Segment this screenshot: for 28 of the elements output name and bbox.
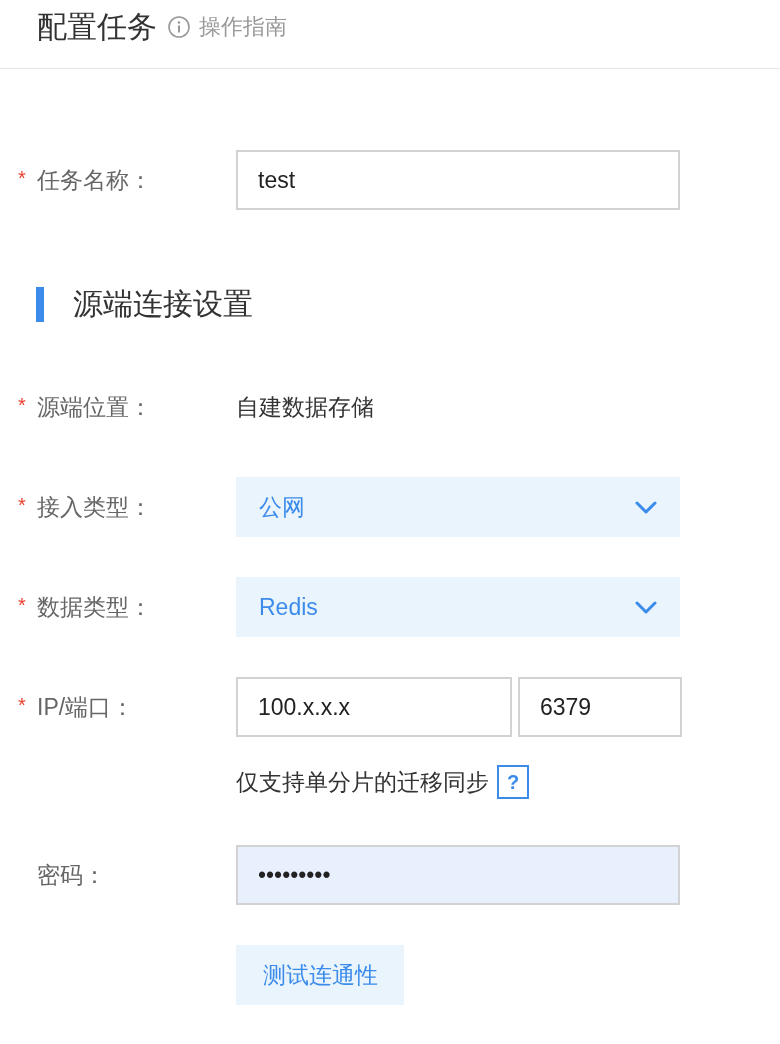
section-title: 源端连接设置 <box>73 286 253 322</box>
field-label: 接入类型： <box>37 492 152 522</box>
required-mark: * <box>18 495 26 515</box>
required-mark: * <box>18 595 26 615</box>
required-mark: * <box>18 395 26 415</box>
page-title: 配置任务 <box>37 9 157 45</box>
field-label: 数据类型： <box>37 592 152 622</box>
password-field[interactable]: ••••••••• <box>236 845 680 905</box>
help-button[interactable]: ? <box>497 765 529 799</box>
section-accent-bar <box>36 287 44 322</box>
input-field[interactable]: 6379 <box>518 677 682 737</box>
required-mark: * <box>18 695 26 715</box>
dropdown-select[interactable]: Redis <box>236 577 680 637</box>
field-label: 源端位置： <box>37 392 152 422</box>
field-value: 自建数据存储 <box>236 392 374 422</box>
chevron-down-icon <box>635 500 657 514</box>
field-label: 任务名称： <box>37 165 152 195</box>
field-label: 密码： <box>37 860 106 890</box>
chevron-down-icon <box>635 600 657 614</box>
guide-link[interactable]: 操作指南 <box>168 12 287 42</box>
hint-text: 仅支持单分片的迁移同步 <box>236 767 489 797</box>
field-label: IP/端口： <box>37 692 135 722</box>
test-connection-button[interactable]: 测试连通性 <box>236 945 404 1005</box>
input-field[interactable]: test <box>236 150 680 210</box>
required-mark: * <box>18 168 26 188</box>
dropdown-select[interactable]: 公网 <box>236 477 680 537</box>
info-icon <box>168 16 190 38</box>
input-field[interactable]: 100.x.x.x <box>236 677 512 737</box>
